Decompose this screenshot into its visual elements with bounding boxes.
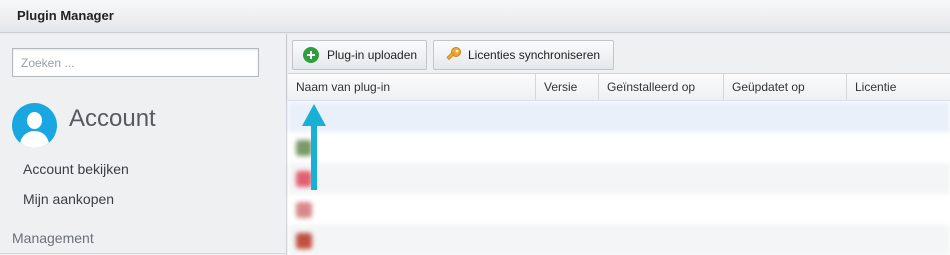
plus-circle-icon [303,47,319,63]
table-group-row [288,101,950,132]
column-header-installed[interactable]: Geïnstalleerd op [599,74,724,101]
table-body [288,101,950,255]
key-icon [446,47,461,61]
window-title: Plugin Manager [17,8,114,23]
sidebar-item-account-view[interactable]: Account bekijken [23,161,129,177]
column-header-updated[interactable]: Geüpdatet op [724,74,847,101]
column-header-name[interactable]: Naam van plug-in [288,74,536,101]
sidebar-divider [0,253,287,254]
column-header-version[interactable]: Versie [536,74,599,101]
sync-licenses-button[interactable]: Licenties synchroniseren [433,40,614,70]
table-row [288,132,950,163]
sidebar-item-my-purchases[interactable]: Mijn aankopen [23,191,114,207]
table-header: Naam van plug-in Versie Geïnstalleerd op… [288,74,950,101]
upload-plugin-button[interactable]: Plug-in uploaden [292,40,427,70]
search-input[interactable] [12,48,259,77]
toolbar: Plug-in uploaden Licenties synchronisere… [288,34,950,74]
sidebar-section-management: Management [12,230,94,246]
upload-plugin-label: Plug-in uploaden [327,48,418,62]
account-title: Account [69,105,156,132]
window-titlebar: Plugin Manager [0,0,950,33]
sidebar: Account Account bekijken Mijn aankopen M… [0,34,287,255]
user-avatar-icon [12,103,57,148]
table-row [288,225,950,255]
arrow-up-icon [302,104,326,190]
column-header-license[interactable]: Licentie [847,74,950,101]
sync-licenses-label: Licenties synchroniseren [468,48,601,62]
table-row [288,163,950,194]
plugin-list-panel: Plug-in uploaden Licenties synchronisere… [288,34,950,255]
table-row [288,194,950,225]
